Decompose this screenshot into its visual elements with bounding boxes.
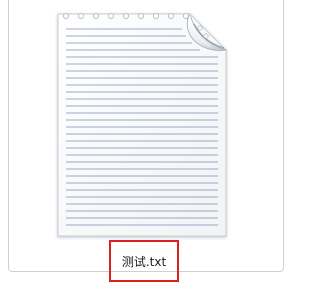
file-name-label[interactable]: 测试.txt [109, 240, 179, 282]
file-name-text: 测试.txt [121, 254, 167, 269]
text-document-icon[interactable] [54, 8, 234, 240]
